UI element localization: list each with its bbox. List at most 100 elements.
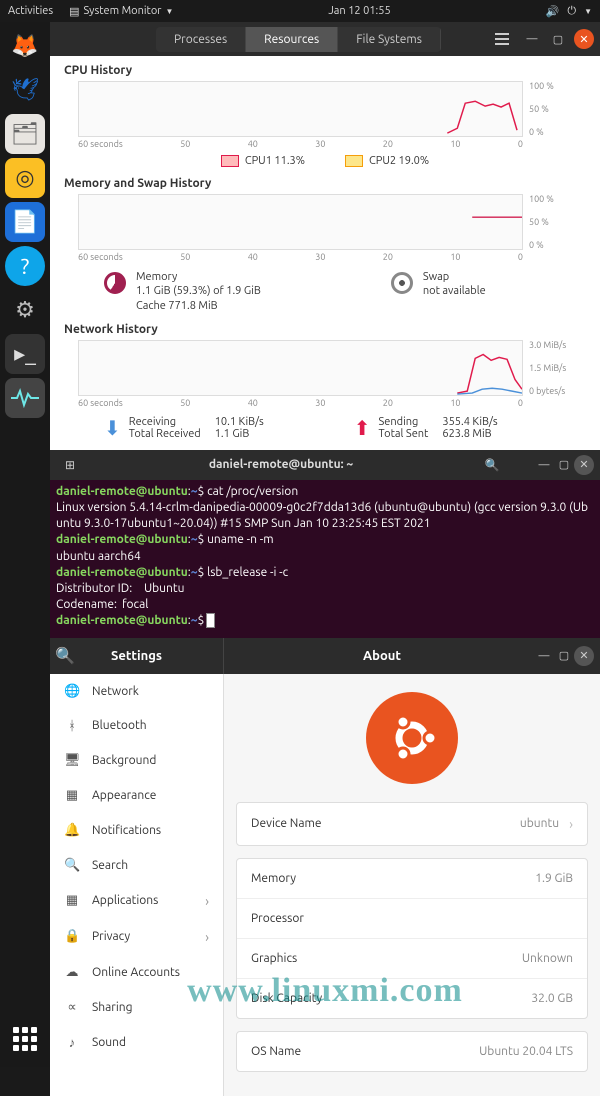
search-button[interactable]: 🔍 [480,453,504,477]
dock-thunderbird[interactable]: 🕊 [5,70,45,110]
dock-files[interactable]: 🗂 [5,114,45,154]
minimize-button[interactable]: — [534,455,554,475]
sidebar-icon: 🔔 [64,823,80,838]
terminal-window: ⊞ daniel-remote@ubuntu: ~ 🔍 — ▢ ✕ daniel… [50,450,600,638]
sidebar-item-label: Background [92,754,156,767]
view-tabs: Processes Resources File Systems [156,27,441,52]
tab-filesystems[interactable]: File Systems [338,27,441,52]
terminal-headerbar: ⊞ daniel-remote@ubuntu: ~ 🔍 — ▢ ✕ [50,450,600,480]
about-panel: Device Name ubuntu › Memory1.9 GiBProces… [224,674,600,1096]
sidebar-icon: 🌐 [64,684,80,699]
sidebar-item-sharing[interactable]: ∝Sharing [50,990,223,1025]
cpu-x-axis: 60 seconds50403020100 [78,139,523,149]
system-monitor-window: Processes Resources File Systems — ▢ ✕ C… [50,22,600,450]
maximize-button[interactable]: ▢ [548,29,568,49]
cpu-history-title: CPU History [64,64,586,77]
gnome-topbar: Activities ▤ System Monitor ▼ Jan 12 01:… [0,0,600,22]
network-x-axis: 60 seconds50403020100 [78,398,523,408]
sidebar-icon: 🖥 [64,753,80,768]
sidebar-icon: 🔒 [64,929,80,944]
sidebar-item-privacy[interactable]: 🔒Privacy› [50,919,223,955]
cpu-chart [78,81,523,137]
clock[interactable]: Jan 12 01:55 [173,5,545,17]
maximize-button[interactable]: ▢ [554,646,574,666]
sidebar-icon: 🔍 [64,858,80,873]
dock-help[interactable]: ? [5,246,45,286]
sidebar-item-search[interactable]: 🔍Search [50,848,223,883]
dock-settings[interactable]: ⚙ [5,290,45,330]
sidebar-icon: ∝ [64,1000,80,1015]
pulse-icon [11,388,39,408]
network-icon[interactable]: ⏻ [567,5,576,18]
upload-arrow-icon: ⬆ [354,416,371,440]
device-name-card[interactable]: Device Name ubuntu › [236,802,588,846]
sidebar-icon: ☁ [64,965,80,980]
sidebar-item-label: Online Accounts [92,966,180,979]
sidebar-item-sound[interactable]: ♪Sound [50,1025,223,1060]
close-button[interactable]: ✕ [574,646,594,666]
sidebar-item-label: Privacy [92,930,130,943]
settings-headerbar: 🔍 Settings About — ▢ ✕ [50,638,600,674]
memory-indicator: Memory 1.1 GiB (59.3%) of 1.9 GiB Cache … [104,270,261,313]
dock-rhythmbox[interactable]: ◎ [5,158,45,198]
settings-sidebar: 🌐NetworkᚼBluetooth 🖥 Background ▦ Appearance… [50,674,224,1096]
tab-resources[interactable]: Resources [246,27,338,52]
hamburger-menu[interactable] [193,641,223,671]
search-button[interactable]: 🔍 [50,641,80,671]
network-history-title: Network History [64,323,586,336]
sidebar-item-appearance[interactable]: ▦ Appearance [50,778,223,813]
system-monitor-headerbar: Processes Resources File Systems — ▢ ✕ [50,22,600,56]
swatch-cpu2 [345,155,363,167]
dock-writer[interactable]: 📄 [5,202,45,242]
spec-row-disk-capacity: Disk Capacity32.0 GB [237,979,587,1018]
activities-button[interactable]: Activities [8,5,53,17]
dock-system-monitor[interactable] [5,378,45,418]
minimize-button[interactable]: — [522,29,542,49]
sidebar-item-network[interactable]: 🌐Network [50,674,223,709]
minimize-button[interactable]: — [534,646,554,666]
receiving-stats: ⬇ ReceivingTotal Received 10.1 KiB/s1.1 … [104,416,264,440]
sidebar-item-label: Appearance [92,789,156,802]
sidebar-item-background[interactable]: 🖥 Background [50,743,223,778]
swap-indicator: Swap not available [391,270,486,313]
sidebar-icon: ▦ [64,788,80,803]
cpu-y-axis: 100 %50 %0 % [529,81,573,137]
cursor [207,614,214,627]
dock-terminal[interactable]: ▸_ [5,334,45,374]
new-tab-button[interactable]: ⊞ [58,453,82,477]
tab-processes[interactable]: Processes [156,27,246,52]
memory-x-axis: 60 seconds50403020100 [78,252,523,262]
hamburger-menu[interactable] [508,453,532,477]
sidebar-item-notifications[interactable]: 🔔Notifications [50,813,223,848]
spec-row-graphics: GraphicsUnknown [237,939,587,979]
sidebar-item-bluetooth[interactable]: ᚼBluetooth [50,709,223,743]
sidebar-item-applications[interactable]: ▦Applications› [50,883,223,919]
volume-icon[interactable]: 🔊 [546,5,560,18]
swatch-cpu1 [221,155,239,167]
close-button[interactable]: ✕ [574,29,594,49]
ubuntu-logo-icon [366,692,458,784]
maximize-button[interactable]: ▢ [554,455,574,475]
network-chart [78,340,523,396]
network-y-axis: 3.0 MiB/s1.5 MiB/s0 bytes/s [529,340,573,396]
close-button[interactable]: ✕ [574,455,594,475]
chevron-down-icon: ▼ [165,7,173,16]
os-card: OS Name Ubuntu 20.04 LTS [236,1031,588,1072]
sending-stats: ⬆ SendingTotal Sent 355.4 KiB/s623.8 MiB [354,416,498,440]
settings-title: Settings [80,649,193,663]
memory-chart [78,194,523,250]
show-applications-button[interactable] [5,1019,45,1059]
chevron-down-icon: ▼ [584,7,592,16]
terminal-output[interactable]: daniel-remote@ubuntu:~$ cat /proc/versio… [50,480,600,638]
dock-firefox[interactable]: 🦊 [5,26,45,66]
download-arrow-icon: ⬇ [104,416,121,440]
about-title: About [230,649,534,663]
settings-window: 🔍 Settings About — ▢ ✕ 🌐NetworkᚼBluetoot… [50,638,600,1096]
memory-y-axis: 100 %50 %0 % [529,194,573,250]
sidebar-item-online-accounts[interactable]: ☁ Online Accounts [50,955,223,990]
app-indicator[interactable]: ▤ System Monitor ▼ [69,5,173,18]
sidebar-icon: ▦ [64,893,80,908]
chevron-right-icon: › [205,893,209,909]
hamburger-menu[interactable] [490,27,514,51]
monitor-icon: ▤ [69,5,79,18]
